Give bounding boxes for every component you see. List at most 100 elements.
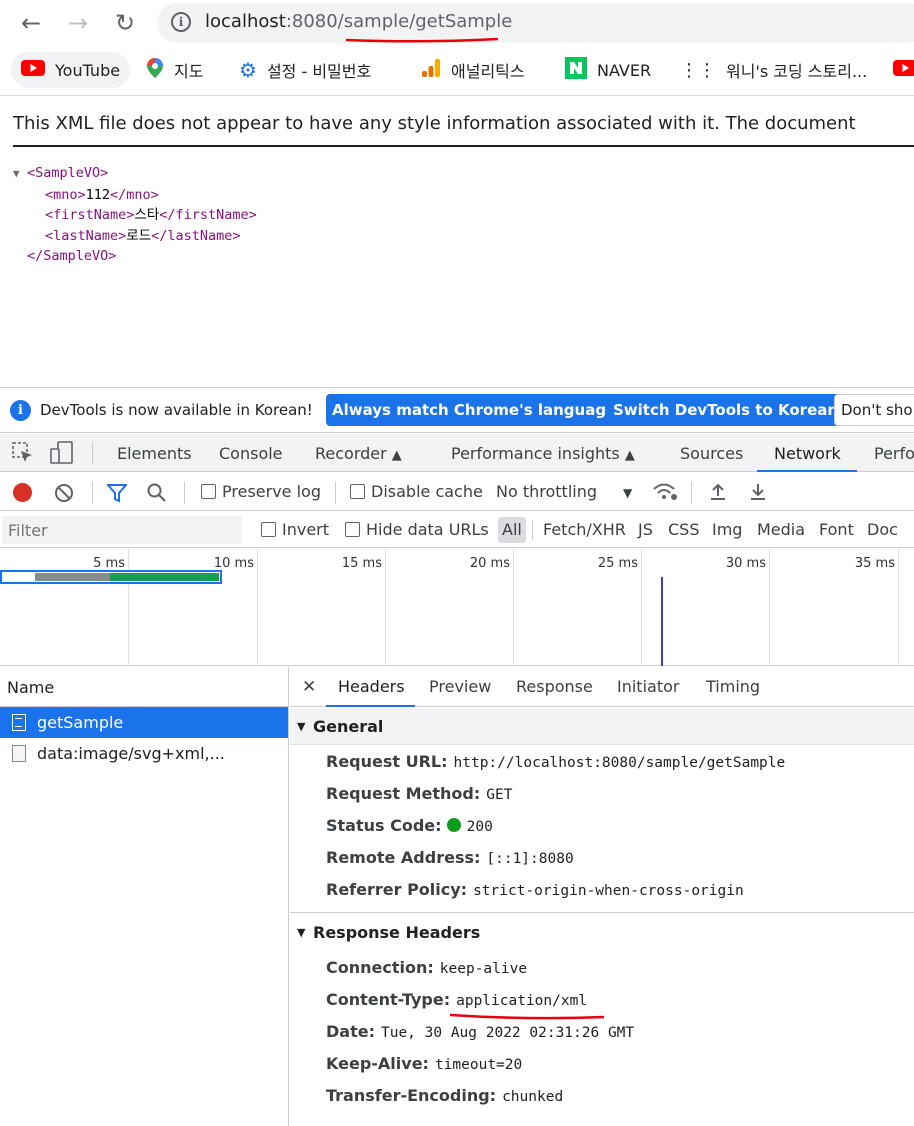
inspect-element-icon[interactable] [12, 442, 34, 468]
filter-type-all[interactable]: All [498, 517, 526, 543]
general-section-header[interactable]: ▼ General [290, 709, 914, 745]
tab-sources[interactable]: Sources [680, 434, 743, 472]
bookmark-naver[interactable]: NAVER [565, 52, 651, 88]
naver-icon [565, 57, 587, 83]
browser-toolbar: ← → ↻ i localhost:8080/sample/getSample … [0, 0, 914, 96]
xml-mno-line: <mno>112</mno> [13, 185, 257, 206]
record-icon[interactable] [13, 483, 32, 502]
tab-headers[interactable]: Headers [326, 667, 415, 707]
youtube-icon [21, 59, 45, 81]
preserve-log-checkbox[interactable]: Preserve log [201, 473, 321, 511]
network-overview-timeline[interactable]: 5 ms 10 ms 15 ms 20 ms 25 ms 30 ms 35 ms [0, 549, 914, 666]
header-value[interactable]: keep-alive [440, 961, 527, 977]
toolbar-divider [335, 482, 336, 504]
header-row-remote-address: Remote Address: [::1]:8080 [326, 845, 785, 877]
content-type-annotation-underline [449, 1013, 605, 1020]
tab-performance-insights[interactable]: Performance insights ▲ [451, 434, 635, 472]
url-text[interactable]: localhost:8080/sample/getSample [205, 11, 512, 32]
filter-type-fetch-xhr[interactable]: Fetch/XHR [543, 512, 626, 548]
collapse-triangle-icon[interactable]: ▼ [13, 164, 27, 185]
bookmark-coding-story[interactable]: ⋮⋮ 워니's 코딩 스토리... [680, 52, 867, 88]
filter-type-img[interactable]: Img [712, 512, 742, 548]
import-har-icon[interactable] [708, 482, 728, 506]
tab-console[interactable]: Console [219, 434, 283, 472]
tab-network[interactable]: Network [757, 434, 857, 472]
header-value[interactable]: Tue, 30 Aug 2022 02:31:26 GMT [381, 1025, 634, 1041]
tab-initiator[interactable]: Initiator [617, 667, 679, 707]
address-bar[interactable]: i localhost:8080/sample/getSample [157, 3, 914, 43]
reload-icon[interactable]: ↻ [108, 6, 142, 40]
header-value[interactable]: strict-origin-when-cross-origin [473, 883, 744, 899]
network-conditions-icon[interactable] [652, 482, 678, 506]
header-value[interactable]: http://localhost:8080/sample/getSample [454, 755, 786, 771]
site-info-icon[interactable]: i [171, 12, 191, 32]
header-value[interactable]: 200 [467, 819, 493, 835]
expand-triangle-icon: ▼ [297, 720, 306, 733]
response-headers-section-header[interactable]: ▼ Response Headers [290, 916, 914, 950]
name-column-header[interactable]: Name [0, 667, 288, 707]
bookmark-settings[interactable]: ⚙ 설정 - 비밀번호 [239, 52, 371, 88]
header-row-date: Date: Tue, 30 Aug 2022 02:31:26 GMT [326, 1019, 634, 1051]
request-row-getsample[interactable]: getSample [0, 707, 288, 738]
filter-type-doc[interactable]: Doc [867, 512, 898, 548]
tab-elements[interactable]: Elements [117, 434, 192, 472]
hide-data-urls-checkbox[interactable]: Hide data URLs [345, 512, 489, 548]
network-toolbar: Preserve log Disable cache No throttling… [0, 473, 914, 511]
search-icon[interactable] [146, 482, 168, 508]
devtools-panel-tabs: Elements Console Recorder ▲ Performance … [0, 434, 914, 472]
filter-type-media[interactable]: Media [757, 512, 805, 548]
header-value[interactable]: timeout=20 [435, 1057, 522, 1073]
throttling-select[interactable]: No throttling ▼ [496, 473, 632, 511]
forward-arrow-icon[interactable]: → [61, 6, 95, 40]
device-toolbar-icon[interactable] [50, 441, 74, 469]
invert-checkbox[interactable]: Invert [261, 512, 329, 548]
filter-type-font[interactable]: Font [819, 512, 854, 548]
xml-tag: <lastName> [45, 227, 127, 244]
bookmark-label: 지도 [174, 62, 204, 81]
tab-recorder[interactable]: Recorder ▲ [315, 434, 402, 472]
request-name: getSample [37, 713, 124, 732]
xml-value: 스타 [134, 207, 160, 223]
filter-input[interactable] [2, 516, 242, 544]
image-file-icon [12, 745, 26, 762]
request-name: data:image/svg+xml,... [37, 744, 225, 763]
bookmark-analytics[interactable]: 애널리틱스 [421, 52, 525, 88]
header-row-keep-alive: Keep-Alive: timeout=20 [326, 1051, 634, 1083]
tab-label: Recorder [315, 444, 387, 463]
notice-divider [13, 145, 914, 147]
tab-response[interactable]: Response [516, 667, 593, 707]
header-value[interactable]: GET [486, 787, 512, 803]
tab-performance[interactable]: Perfo [874, 434, 914, 472]
export-har-icon[interactable] [748, 482, 768, 506]
filter-funnel-icon[interactable] [105, 483, 129, 507]
header-key: Request Method: [326, 784, 481, 803]
bookmark-youtube-2[interactable] [893, 52, 914, 88]
tab-timing[interactable]: Timing [706, 667, 760, 707]
disable-cache-checkbox[interactable]: Disable cache [350, 473, 483, 511]
filter-type-js[interactable]: JS [638, 512, 653, 548]
expand-triangle-icon: ▼ [297, 926, 306, 939]
always-match-language-button[interactable]: Always match Chrome's language [326, 394, 623, 426]
clear-icon[interactable] [54, 483, 74, 507]
header-value[interactable]: [::1]:8080 [486, 851, 573, 867]
bookmark-label: 워니's 코딩 스토리... [726, 62, 868, 81]
back-arrow-icon[interactable]: ← [14, 6, 48, 40]
bookmark-youtube[interactable]: YouTube [11, 52, 131, 88]
bookmark-maps[interactable]: 지도 [146, 52, 203, 88]
close-icon[interactable]: ✕ [302, 667, 316, 707]
request-row-data-svg[interactable]: data:image/svg+xml,... [0, 738, 288, 769]
switch-to-korean-button[interactable]: Switch DevTools to Korean [607, 394, 845, 426]
header-value[interactable]: application/xml [456, 993, 587, 1009]
network-filter-bar: Invert Hide data URLs All Fetch/XHR JS C… [0, 512, 914, 548]
toolbar-divider [691, 482, 692, 504]
language-infobar: i DevTools is now available in Korean! A… [0, 388, 914, 433]
header-row-connection: Connection: keep-alive [326, 955, 634, 987]
timeline-gridline [513, 549, 514, 666]
xml-tree: ▼ <SampleVO> <mno>112</mno> <firstName>스타… [13, 163, 257, 267]
tab-preview[interactable]: Preview [429, 667, 491, 707]
header-value[interactable]: chunked [502, 1089, 563, 1105]
header-key: Keep-Alive: [326, 1054, 429, 1073]
dont-show-again-button[interactable]: Don't sho [834, 394, 914, 426]
filter-type-css[interactable]: CSS [668, 512, 699, 548]
dom-content-loaded-line [661, 577, 663, 666]
